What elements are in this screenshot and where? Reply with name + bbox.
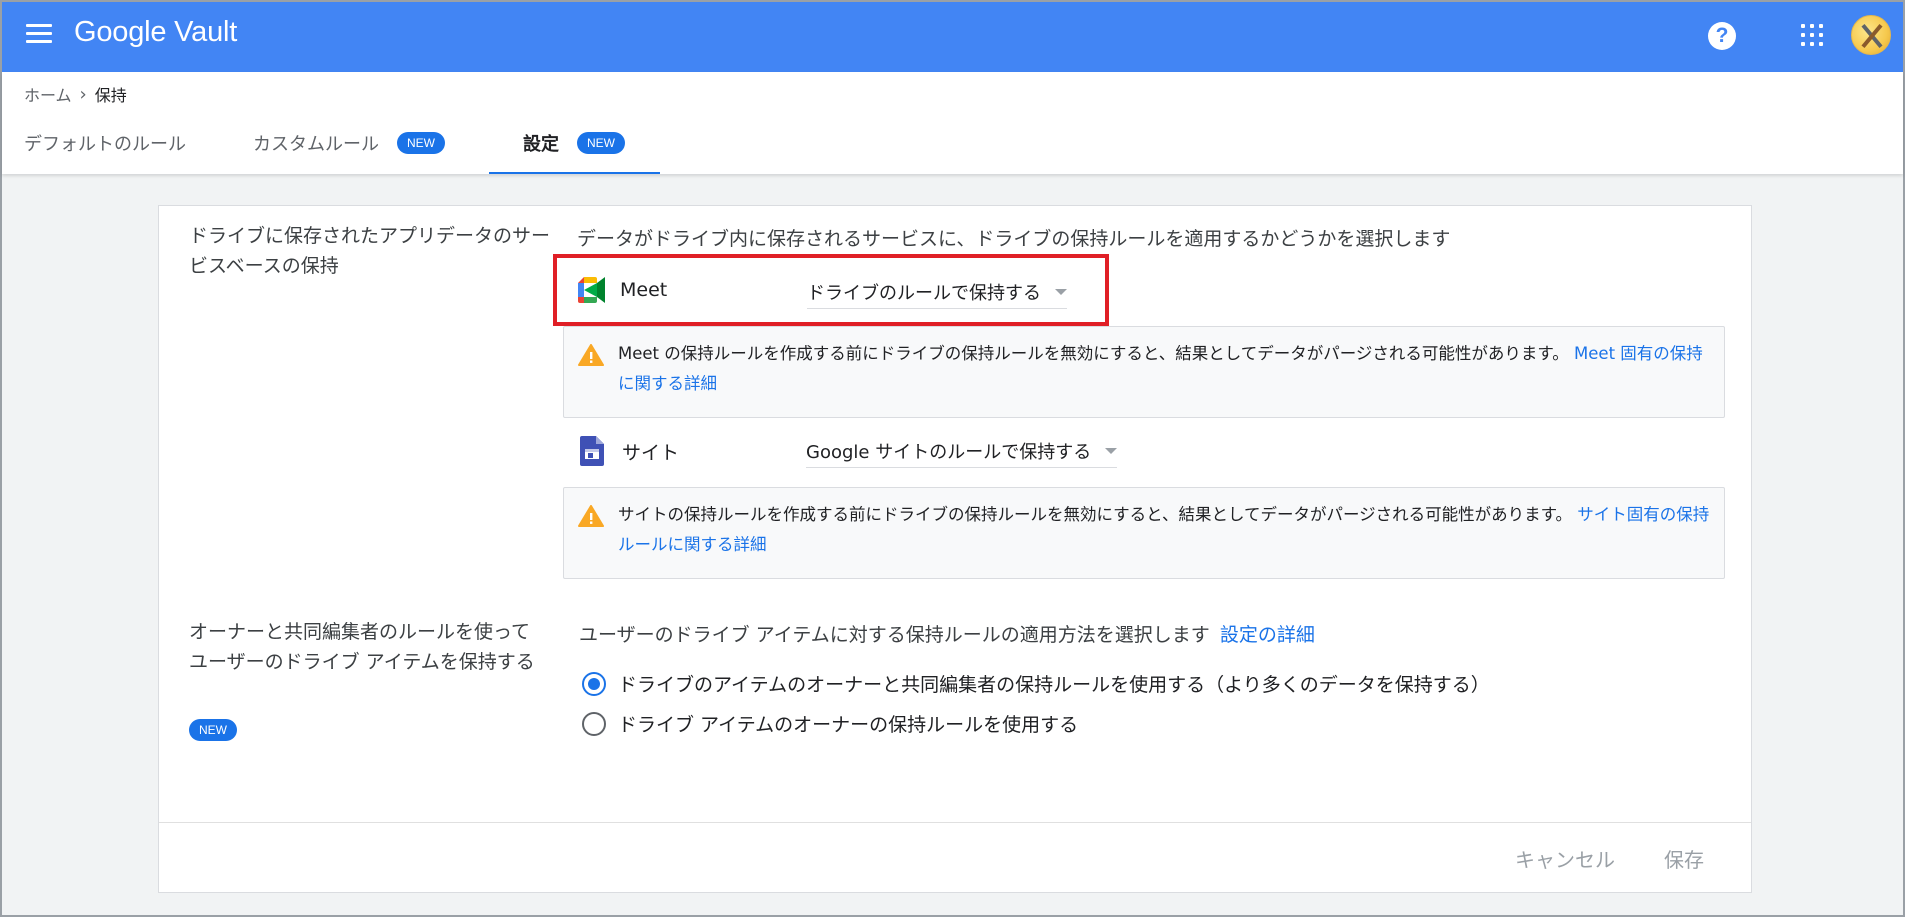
radio-label: ドライブのアイテムのオーナーと共同編集者の保持ルールを使用する（より多くのデータ… [618,674,1490,696]
alert-message: サイトの保持ルールを作成する前にドライブの保持ルールを無効にすると、結果としてデ… [618,505,1573,524]
section-description: ユーザーのドライブ アイテムに対する保持ルールの適用方法を選択します 設定の詳細 [579,620,1315,647]
dropdown-arrow-icon [1055,289,1067,295]
apps-grid-icon[interactable] [1801,24,1823,46]
tab-label: カスタムルール [253,134,379,155]
new-badge: NEW [397,132,445,154]
section-label-owner-collaborator: オーナーと共同編集者のルールを使ってユーザーのドライブ アイテムを保持する [189,621,535,673]
chevron-right-icon: › [79,83,87,105]
service-row-sites: サイト [580,436,679,466]
settings-card: ドライブに保存されたアプリデータのサービスベースの保持 データがドライブ内に保存… [158,205,1752,893]
radio-owner-only[interactable]: ドライブ アイテムのオーナーの保持ルールを使用する [582,710,1078,737]
radio-owner-and-collaborators[interactable]: ドライブのアイテムのオーナーと共同編集者の保持ルールを使用する（より多くのデータ… [582,670,1490,697]
new-badge: NEW [189,719,237,741]
breadcrumb-current: 保持 [94,86,127,105]
meet-icon [578,277,605,303]
save-button[interactable]: 保存 [1664,844,1704,873]
alert-text: Meet の保持ルールを作成する前にドライブの保持ルールを無効にすると、結果とし… [618,339,1712,399]
radio-unchecked-icon[interactable] [582,711,606,736]
sites-icon [580,436,604,466]
tab-custom-rules[interactable]: カスタムルール NEW [253,112,493,174]
tab-settings[interactable]: 設定 NEW [489,112,660,174]
meet-warning-alert: Meet の保持ルールを作成する前にドライブの保持ルールを無効にすると、結果とし… [563,326,1725,418]
avatar[interactable] [1851,15,1891,55]
service-row-meet: Meet [578,277,667,303]
alert-text: サイトの保持ルールを作成する前にドライブの保持ルールを無効にすると、結果としてデ… [618,500,1712,560]
tab-label: デフォルトのルール [24,134,186,155]
section-description: データがドライブ内に保存されるサービスに、ドライブの保持ルールを適用するかどうか… [577,228,1451,250]
menu-icon[interactable] [26,24,52,46]
radio-label: ドライブ アイテムのオーナーの保持ルールを使用する [618,714,1079,736]
divider [159,822,1751,823]
service-name-sites: サイト [622,441,680,464]
app-title[interactable]: Google Vault [74,16,237,49]
cancel-button[interactable]: キャンセル [1515,844,1615,873]
new-badge: NEW [577,132,625,154]
top-app-bar: Google Vault ? [2,2,1903,72]
select-value: Google サイトのルールで保持する [806,442,1092,463]
service-name-meet: Meet [620,279,668,301]
alert-message: Meet の保持ルールを作成する前にドライブの保持ルールを無効にすると、結果とし… [618,344,1569,363]
breadcrumb: ホーム › 保持 [24,82,127,106]
page-header: ホーム › 保持 デフォルトのルール カスタムルール NEW 設定 NEW [2,72,1903,174]
description-text: ユーザーのドライブ アイテムに対する保持ルールの適用方法を選択します [579,624,1210,646]
breadcrumb-home[interactable]: ホーム [24,82,72,106]
help-icon[interactable]: ? [1708,22,1736,50]
sites-retention-select[interactable]: Google サイトのルールで保持する [806,438,1118,468]
select-value: ドライブのルールで保持する [807,283,1041,304]
warning-icon [578,505,604,527]
meet-retention-select[interactable]: ドライブのルールで保持する [807,279,1067,309]
tab-label: 設定 [523,134,559,155]
settings-details-link[interactable]: 設定の詳細 [1220,624,1315,646]
tab-default-rules[interactable]: デフォルトのルール [24,112,224,174]
dropdown-arrow-icon [1105,448,1118,454]
radio-checked-icon[interactable] [582,671,606,696]
sites-warning-alert: サイトの保持ルールを作成する前にドライブの保持ルールを無効にすると、結果としてデ… [563,487,1725,579]
section-label-service-retention: ドライブに保存されたアプリデータのサービスベースの保持 [189,225,551,277]
warning-icon [578,344,604,366]
